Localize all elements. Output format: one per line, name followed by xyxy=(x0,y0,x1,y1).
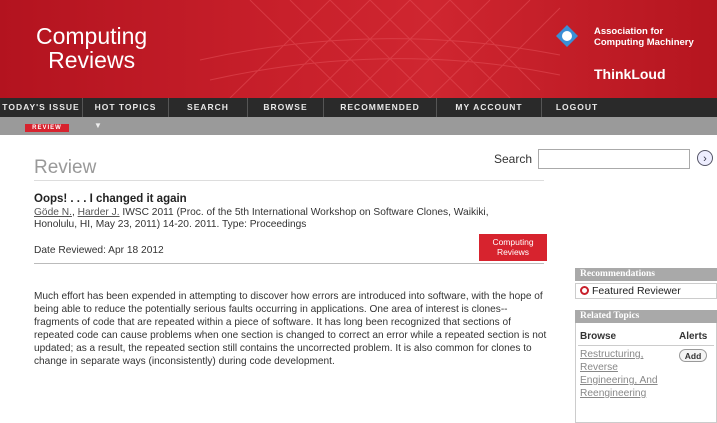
acm-line2: Computing Machinery xyxy=(594,37,694,48)
featured-reviewer-link[interactable]: Featured Reviewer xyxy=(575,283,717,299)
divider xyxy=(34,263,544,264)
logo-line1: Computing xyxy=(36,23,148,49)
review-body: Much effort has been expended in attempt… xyxy=(34,291,547,367)
related-topics-header: Related Topics xyxy=(575,310,717,323)
divider xyxy=(578,345,714,346)
badge-line1: Computing xyxy=(492,237,534,247)
acm-diamond-icon xyxy=(556,25,578,47)
featured-icon xyxy=(580,286,589,295)
author-link[interactable]: Harder J. xyxy=(78,207,120,218)
author-link[interactable]: Göde N. xyxy=(34,207,72,218)
acm-line1: Association for xyxy=(594,26,664,37)
browse-column-header: Browse xyxy=(580,331,617,342)
review-title: Oops! . . . I changed it again xyxy=(34,193,187,205)
acm-name: Association for Computing Machinery xyxy=(594,26,694,48)
badge-line2: Reviews xyxy=(496,247,530,257)
review-citation: Göde N., Harder J. IWSC 2011 (Proc. of t… xyxy=(34,207,534,231)
review-tab[interactable]: REVIEW xyxy=(25,124,69,132)
chevron-down-icon[interactable]: ▼ xyxy=(94,121,102,130)
nav-hot-topics[interactable]: HOT TOPICS xyxy=(83,98,169,117)
add-alert-button[interactable]: Add xyxy=(679,349,707,362)
computing-reviews-logo[interactable]: Computing Reviews xyxy=(36,24,147,72)
alerts-column-header: Alerts xyxy=(679,331,708,342)
page-title: Review xyxy=(34,157,97,178)
nav-search[interactable]: SEARCH xyxy=(169,98,248,117)
search-go-icon[interactable]: › xyxy=(697,150,713,166)
search-label: Search xyxy=(494,152,533,166)
thinkloud-label: ThinkLoud xyxy=(594,66,666,82)
featured-label: Featured Reviewer xyxy=(592,285,681,297)
header-banner: Computing Reviews Association for Comput… xyxy=(0,0,717,98)
main-nav: TODAY'S ISSUE HOT TOPICS SEARCH BROWSE R… xyxy=(0,98,717,117)
date-reviewed: Date Reviewed: Apr 18 2012 xyxy=(34,245,164,256)
computing-reviews-badge: Computing Reviews xyxy=(479,234,547,261)
topic-link[interactable]: Restructuring, Reverse Engineering, And … xyxy=(580,348,660,400)
nav-recommended[interactable]: RECOMMENDED xyxy=(324,98,437,117)
search-input[interactable] xyxy=(538,149,690,169)
nav-my-account[interactable]: MY ACCOUNT xyxy=(437,98,542,117)
nav-logout[interactable]: LOGOUT xyxy=(542,98,612,117)
divider xyxy=(34,180,544,181)
logo-line2: Reviews xyxy=(48,47,136,73)
nav-browse[interactable]: BROWSE xyxy=(248,98,324,117)
subnav-bar xyxy=(0,117,717,135)
nav-todays-issue[interactable]: TODAY'S ISSUE xyxy=(0,98,83,117)
recommendations-header: Recommendations xyxy=(575,268,717,281)
